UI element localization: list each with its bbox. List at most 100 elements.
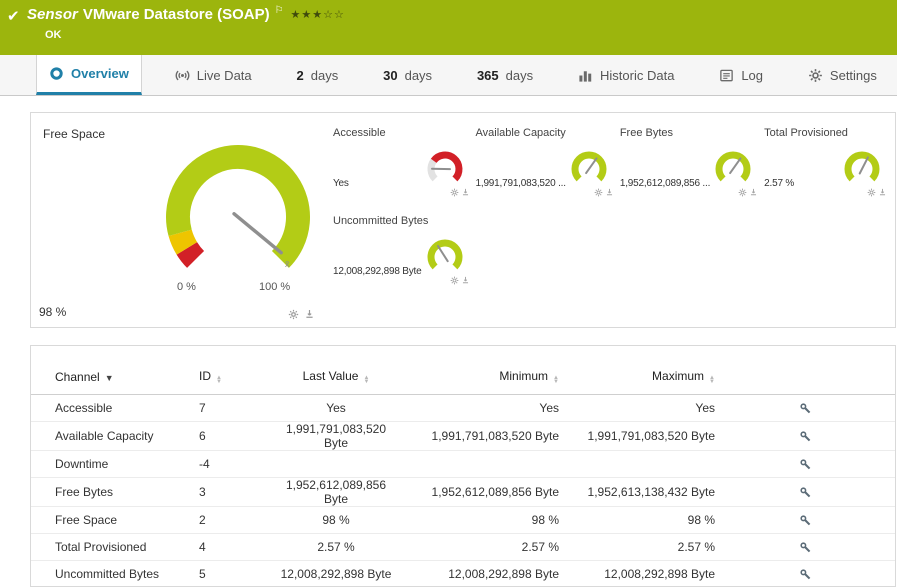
tile-row: 12,008,292,898 Byte: [333, 236, 470, 285]
tab-30-days[interactable]: 30 days: [371, 55, 444, 95]
channel-id: 2: [199, 506, 273, 534]
col-header-last-value[interactable]: Last Value ▲ ▼: [273, 360, 399, 395]
accessible-gauge[interactable]: [422, 148, 470, 197]
gauge-settings-icon[interactable]: [450, 276, 459, 285]
col-header-channel[interactable]: Channel ▼: [31, 360, 199, 395]
col-label: ID: [199, 368, 211, 383]
channel-row-free-bytes[interactable]: Free Bytes 3 1,952,612,089,856 Byte 1,95…: [31, 477, 895, 507]
tile-label: Accessible: [333, 127, 386, 139]
tile-label: Total Provisioned: [764, 127, 848, 139]
flag-icon[interactable]: ⚐: [275, 5, 284, 16]
channel-id: 7: [199, 394, 273, 422]
channel-row-accessible[interactable]: Accessible 7 Yes Yes Yes: [31, 394, 895, 422]
sort-icon: ▲ ▼: [709, 374, 715, 386]
tab-overview[interactable]: Overview: [36, 55, 142, 95]
channel-last-value: 2.57 %: [273, 533, 399, 561]
tile-row: 1,991,791,083,520 ...: [476, 148, 614, 197]
tab-label: days: [310, 67, 339, 83]
gauge-settings-icon[interactable]: [594, 188, 603, 197]
pin-icon[interactable]: [605, 188, 614, 197]
col-header-id[interactable]: ID ▲ ▼: [199, 360, 273, 395]
channel-row-available-capacity[interactable]: Available Capacity 6 1,991,791,083,520 B…: [31, 421, 895, 451]
col-header-maximum[interactable]: Maximum ▲ ▼: [559, 360, 715, 395]
gauge-settings-icon[interactable]: [450, 188, 459, 197]
channel-settings-button[interactable]: [715, 450, 895, 478]
priority-stars[interactable]: ★★★☆☆: [291, 8, 345, 21]
channel-settings-icon: [799, 487, 810, 497]
gauge-mean-marker: x̄: [285, 259, 290, 269]
tab-log[interactable]: Log: [707, 55, 775, 95]
uncommitted-bytes-gauge[interactable]: [422, 236, 470, 285]
total-provisioned-gauge[interactable]: [839, 148, 887, 197]
pin-icon: [606, 188, 612, 196]
gauge-settings-icon[interactable]: [867, 188, 876, 197]
channel-last-value: 1,991,791,083,520 Byte: [273, 421, 399, 451]
channel-maximum: 2.57 %: [559, 533, 715, 561]
gauge-tile-free-bytes: Free Bytes 1,952,612,089,856 ...: [620, 123, 758, 211]
channel-settings-button[interactable]: [715, 560, 895, 586]
gauge-settings-icon: [867, 188, 876, 197]
tile-action-icons: [867, 188, 887, 197]
channel-maximum: 98 %: [559, 506, 715, 534]
channel-row-uncommitted-bytes[interactable]: Uncommitted Bytes 5 12,008,292,898 Byte …: [31, 560, 895, 586]
channel-row-free-space[interactable]: Free Space 2 98 % 98 % 98 %: [31, 506, 895, 534]
channel-id: 3: [199, 477, 273, 507]
channel-settings-button[interactable]: [715, 533, 895, 561]
tab-2-days[interactable]: 2 days: [285, 55, 351, 95]
col-header-actions: [715, 360, 895, 395]
tab-label: Overview: [71, 66, 129, 81]
channel-id: 5: [199, 560, 273, 586]
channel-last-value: 12,008,292,898 Byte: [273, 560, 399, 586]
channel-settings-button[interactable]: [715, 394, 895, 422]
channel-minimum: 2.57 %: [399, 533, 559, 561]
tab-settings[interactable]: Settings: [796, 55, 889, 95]
overview-icon: [50, 67, 63, 80]
tab-historic-data[interactable]: Historic Data: [566, 55, 686, 95]
pin-icon[interactable]: [749, 188, 758, 197]
channel-name[interactable]: Downtime: [31, 450, 199, 478]
tile-row: 1,952,612,089,856 ...: [620, 148, 758, 197]
tab-365-days[interactable]: 365 days: [465, 55, 545, 95]
tile-action-icons: [450, 276, 470, 285]
channel-settings-button[interactable]: [715, 506, 895, 534]
channel-row-total-provisioned[interactable]: Total Provisioned 4 2.57 % 2.57 % 2.57 %: [31, 533, 895, 561]
free-bytes-gauge[interactable]: [710, 148, 758, 197]
sort-icon: ▲ ▼: [216, 374, 222, 386]
sort-icon: ▲ ▼: [363, 374, 370, 386]
pin-icon[interactable]: [461, 276, 470, 285]
pin-icon[interactable]: [304, 309, 315, 320]
channels-table: Channel ▼ ID ▲ ▼ Last Value ▲ ▼ Minimum ▲ ▼ Max…: [31, 360, 895, 586]
free-space-gauge[interactable]: [143, 135, 333, 285]
channel-minimum: 1,991,791,083,520 Byte: [399, 421, 559, 451]
channel-settings-icon: [799, 515, 810, 525]
gauge-tile-accessible: Accessible Yes: [333, 123, 470, 211]
channel-name[interactable]: Total Provisioned: [31, 533, 199, 561]
channel-id: 6: [199, 421, 273, 451]
gauge-tile-uncommitted-bytes: Uncommitted Bytes 12,008,292,898 Byte: [333, 211, 470, 299]
available-capacity-gauge[interactable]: [566, 148, 614, 197]
channel-minimum: 1,952,612,089,856 Byte: [399, 477, 559, 507]
pin-icon[interactable]: [461, 188, 470, 197]
gauge-settings-icon[interactable]: [288, 309, 299, 320]
channel-settings-button[interactable]: [715, 421, 895, 451]
sensor-header-text: Sensor VMware Datastore (SOAP) ⚐ ★★★☆☆ O…: [0, 0, 897, 41]
channel-name[interactable]: Available Capacity: [31, 421, 199, 451]
channel-settings-button[interactable]: [715, 477, 895, 507]
gauge-settings-icon[interactable]: [738, 188, 747, 197]
channel-last-value: 1,952,612,089,856 Byte: [273, 477, 399, 507]
channel-maximum: [559, 450, 715, 478]
channel-name[interactable]: Free Space: [31, 506, 199, 534]
col-header-minimum[interactable]: Minimum ▲ ▼: [399, 360, 559, 395]
channel-name[interactable]: Accessible: [31, 394, 199, 422]
tab-bar: Overview Live Data 2 days 30 days 365 days Histo…: [0, 55, 897, 96]
channel-name[interactable]: Uncommitted Bytes: [31, 560, 199, 586]
pin-icon: [462, 188, 468, 196]
tab-live-data[interactable]: Live Data: [163, 55, 264, 95]
channel-name[interactable]: Free Bytes: [31, 477, 199, 507]
pin-icon: [879, 188, 886, 196]
col-label: Maximum: [652, 368, 705, 383]
channel-row-downtime[interactable]: Downtime -4: [31, 450, 895, 478]
col-label: Channel: [55, 369, 100, 384]
gauge-settings-icon: [288, 309, 299, 320]
pin-icon[interactable]: [878, 188, 887, 197]
